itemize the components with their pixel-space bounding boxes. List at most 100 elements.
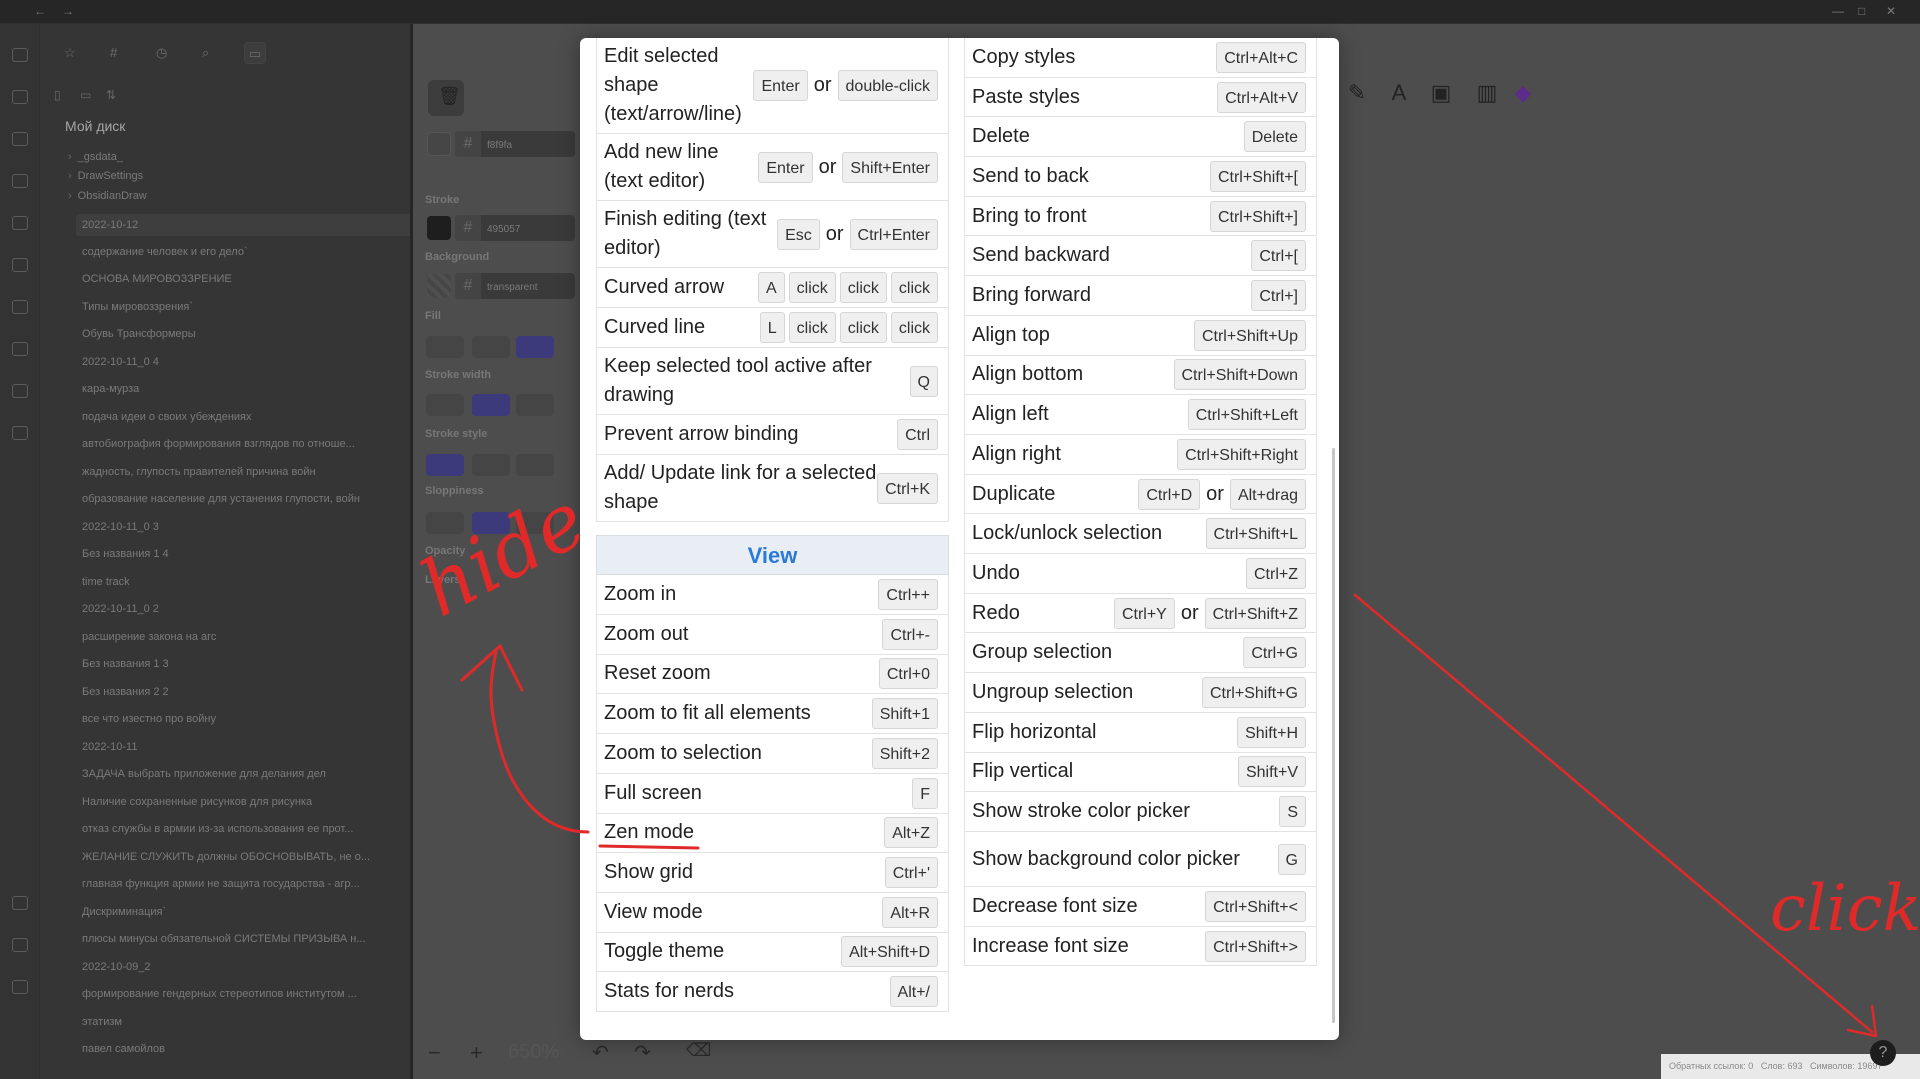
mic-icon[interactable] <box>12 384 28 398</box>
delete-button[interactable]: 🗑 <box>428 80 464 116</box>
sort-icon[interactable]: ⇅ <box>106 88 116 102</box>
new-note-icon[interactable]: ▯ <box>54 88 61 102</box>
file-item[interactable]: главная функция армии не защита государс… <box>82 878 422 890</box>
fill-hachure-option[interactable] <box>426 336 464 358</box>
canvas-background-field[interactable]: # f8f9fa <box>455 131 575 157</box>
file-item[interactable]: этатизм <box>82 1016 422 1028</box>
file-item[interactable]: 2022-10-11_0 3 <box>82 521 422 533</box>
file-item[interactable]: ЖЕЛАНИЕ СЛУЖИТЬ должны ОБОСНОВЫВАТЬ, не … <box>82 851 422 863</box>
branch-icon[interactable] <box>12 174 28 188</box>
stroke-swatch[interactable] <box>427 216 451 240</box>
starred-tab[interactable]: ☆ <box>60 42 82 64</box>
background-hex-field[interactable]: # transparent <box>455 273 575 299</box>
zoom-in-button[interactable]: + <box>470 1040 483 1066</box>
minimize-icon[interactable]: — <box>1832 4 1844 18</box>
redo-icon[interactable]: ↷ <box>634 1040 651 1065</box>
maximize-icon[interactable]: □ <box>1858 4 1865 18</box>
file-item[interactable]: все что изеcтно про войну <box>82 713 422 725</box>
file-item[interactable]: ОСНОВА МИРОВОЗЗРЕНИЕ <box>82 273 422 285</box>
file-item[interactable]: Обувь Трансформеры <box>82 328 422 340</box>
eraser-icon[interactable]: ⌫ <box>686 1040 711 1061</box>
stroke-solid-option[interactable] <box>426 454 464 476</box>
sloppiness-architect-option[interactable] <box>426 512 464 534</box>
file-item[interactable]: плюсы минусы обязательной СИСТЕМЫ ПРИЗЫВ… <box>82 933 422 945</box>
file-item[interactable]: кара-мурза <box>82 383 422 395</box>
file-item[interactable]: 2022-10-11_0 2 <box>82 603 422 615</box>
fill-cross-hatch-option[interactable] <box>472 336 510 358</box>
sloppiness-cartoonist-option[interactable] <box>516 512 554 534</box>
file-item[interactable]: Наличие сохраненные рисунков для рисунка <box>82 796 422 808</box>
key-cap: L <box>759 312 785 343</box>
template-icon[interactable] <box>12 342 28 356</box>
file-item[interactable]: расширение закона на агс <box>82 631 422 643</box>
search-tab[interactable]: ⌕ <box>198 42 220 64</box>
new-folder-icon[interactable]: ▭ <box>80 88 91 102</box>
file-item[interactable]: 2022-10-12 <box>76 214 438 236</box>
file-item[interactable]: ЗАДАЧА выбрать приложение для делания де… <box>82 768 422 780</box>
help-button[interactable]: ? <box>1870 1040 1896 1066</box>
draw-icon[interactable] <box>12 48 28 62</box>
forward-icon[interactable]: → <box>62 4 74 18</box>
fill-solid-option[interactable] <box>516 336 554 358</box>
close-window-icon[interactable]: ✕ <box>1886 4 1896 18</box>
zoom-level[interactable]: 650% <box>508 1041 559 1064</box>
stroke-dotted-option[interactable] <box>516 454 554 476</box>
folder-item[interactable]: ObsidianDraw <box>68 190 408 202</box>
background-swatch[interactable] <box>427 274 451 298</box>
file-item[interactable]: образование население для устанения глуп… <box>82 493 422 505</box>
slides-icon[interactable] <box>12 426 28 440</box>
key-cap: Enter <box>758 151 813 183</box>
recent-tab[interactable]: ◷ <box>152 42 174 64</box>
folder-item[interactable]: DrawSettings <box>68 170 408 182</box>
shortcut-row: Lock/unlock selection Ctrl+Shift+L <box>964 514 1317 555</box>
file-item[interactable]: содержание человек и его дело` <box>82 246 422 258</box>
file-item[interactable]: формирование гендерных стереотипов инсти… <box>82 988 422 1000</box>
file-item[interactable]: 2022-10-11_0 4 <box>82 356 422 368</box>
obsidian-icon[interactable]: ◆ <box>1508 80 1538 110</box>
help-icon[interactable] <box>12 938 28 952</box>
settings-icon[interactable] <box>12 980 28 994</box>
file-item[interactable]: павел самойлов <box>82 1043 422 1055</box>
stroke-thin-option[interactable] <box>426 394 464 416</box>
zoom-out-button[interactable]: − <box>428 1040 441 1066</box>
file-item[interactable]: подача идеи о своих убеждениях <box>82 411 422 423</box>
text-tool-icon[interactable]: A <box>1384 80 1414 110</box>
file-item[interactable]: Без названия 1 3 <box>82 658 422 670</box>
shortcut-label: Redo <box>972 601 1020 624</box>
stroke-hex-field[interactable]: #495057 <box>455 215 575 241</box>
stroke-bold-option[interactable] <box>472 394 510 416</box>
file-item[interactable]: Без названия 1 4 <box>82 548 422 560</box>
library-icon[interactable]: ▥ <box>1472 80 1502 110</box>
or-separator: or <box>825 222 844 245</box>
key-cap: Ctrl+Shift+Z <box>1204 597 1306 629</box>
folder-item[interactable]: _gsdata_ <box>68 151 408 163</box>
sloppiness-artist-option[interactable] <box>472 512 510 534</box>
vault-icon[interactable] <box>12 896 28 910</box>
key-cap: Ctrl+Shift+Left <box>1187 399 1306 431</box>
file-item[interactable]: автобиография формирования взглядов по о… <box>82 438 422 450</box>
file-item[interactable]: Без названия 2 2 <box>82 686 422 698</box>
calendar-icon[interactable] <box>12 216 28 230</box>
key-cap: F <box>912 777 938 809</box>
file-item[interactable]: отказ службы в армии из-за использования… <box>82 823 422 835</box>
stroke-dashed-option[interactable] <box>472 454 510 476</box>
file-item[interactable]: жадность, глупость правителей причина во… <box>82 466 422 478</box>
files-tab[interactable]: ▭ <box>244 42 266 64</box>
tags-tab[interactable]: # <box>106 42 128 64</box>
graph-icon[interactable] <box>12 90 28 104</box>
undo-icon[interactable]: ↶ <box>592 1040 609 1065</box>
dialog-scrollbar[interactable] <box>1332 448 1335 1023</box>
file-item[interactable]: Типы мировоззрения` <box>82 301 422 313</box>
stroke-extra-bold-option[interactable] <box>516 394 554 416</box>
copy-icon[interactable] <box>12 258 28 272</box>
file-item[interactable]: 2022-10-09_2 <box>82 961 422 973</box>
file-icon[interactable] <box>12 132 28 146</box>
pencil-icon[interactable]: ✎ <box>1342 80 1372 110</box>
file-item[interactable]: time track <box>82 576 422 588</box>
file-item[interactable]: 2022-10-11 <box>82 741 422 753</box>
file-item[interactable]: Дискриминация` <box>82 906 422 918</box>
image-icon[interactable]: ▣ <box>1426 80 1456 110</box>
terminal-icon[interactable] <box>12 300 28 314</box>
canvas-background-swatch[interactable] <box>427 132 451 156</box>
back-icon[interactable]: ← <box>34 4 46 18</box>
